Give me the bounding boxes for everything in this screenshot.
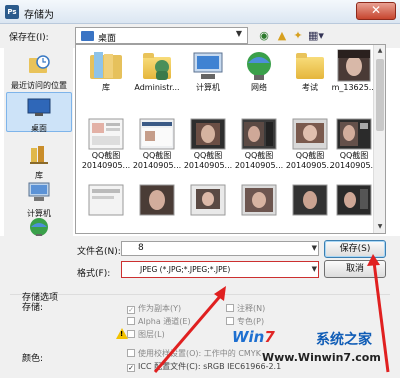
annotation-arrows — [153, 254, 390, 373]
watermark-url: Www.Winwin7.com — [262, 351, 381, 364]
watermark-logo: Win7 系统之家 Www.Winwin7.com — [232, 328, 381, 364]
watermark-brand: 系统之家 — [316, 332, 372, 348]
red-arrow — [153, 286, 226, 373]
